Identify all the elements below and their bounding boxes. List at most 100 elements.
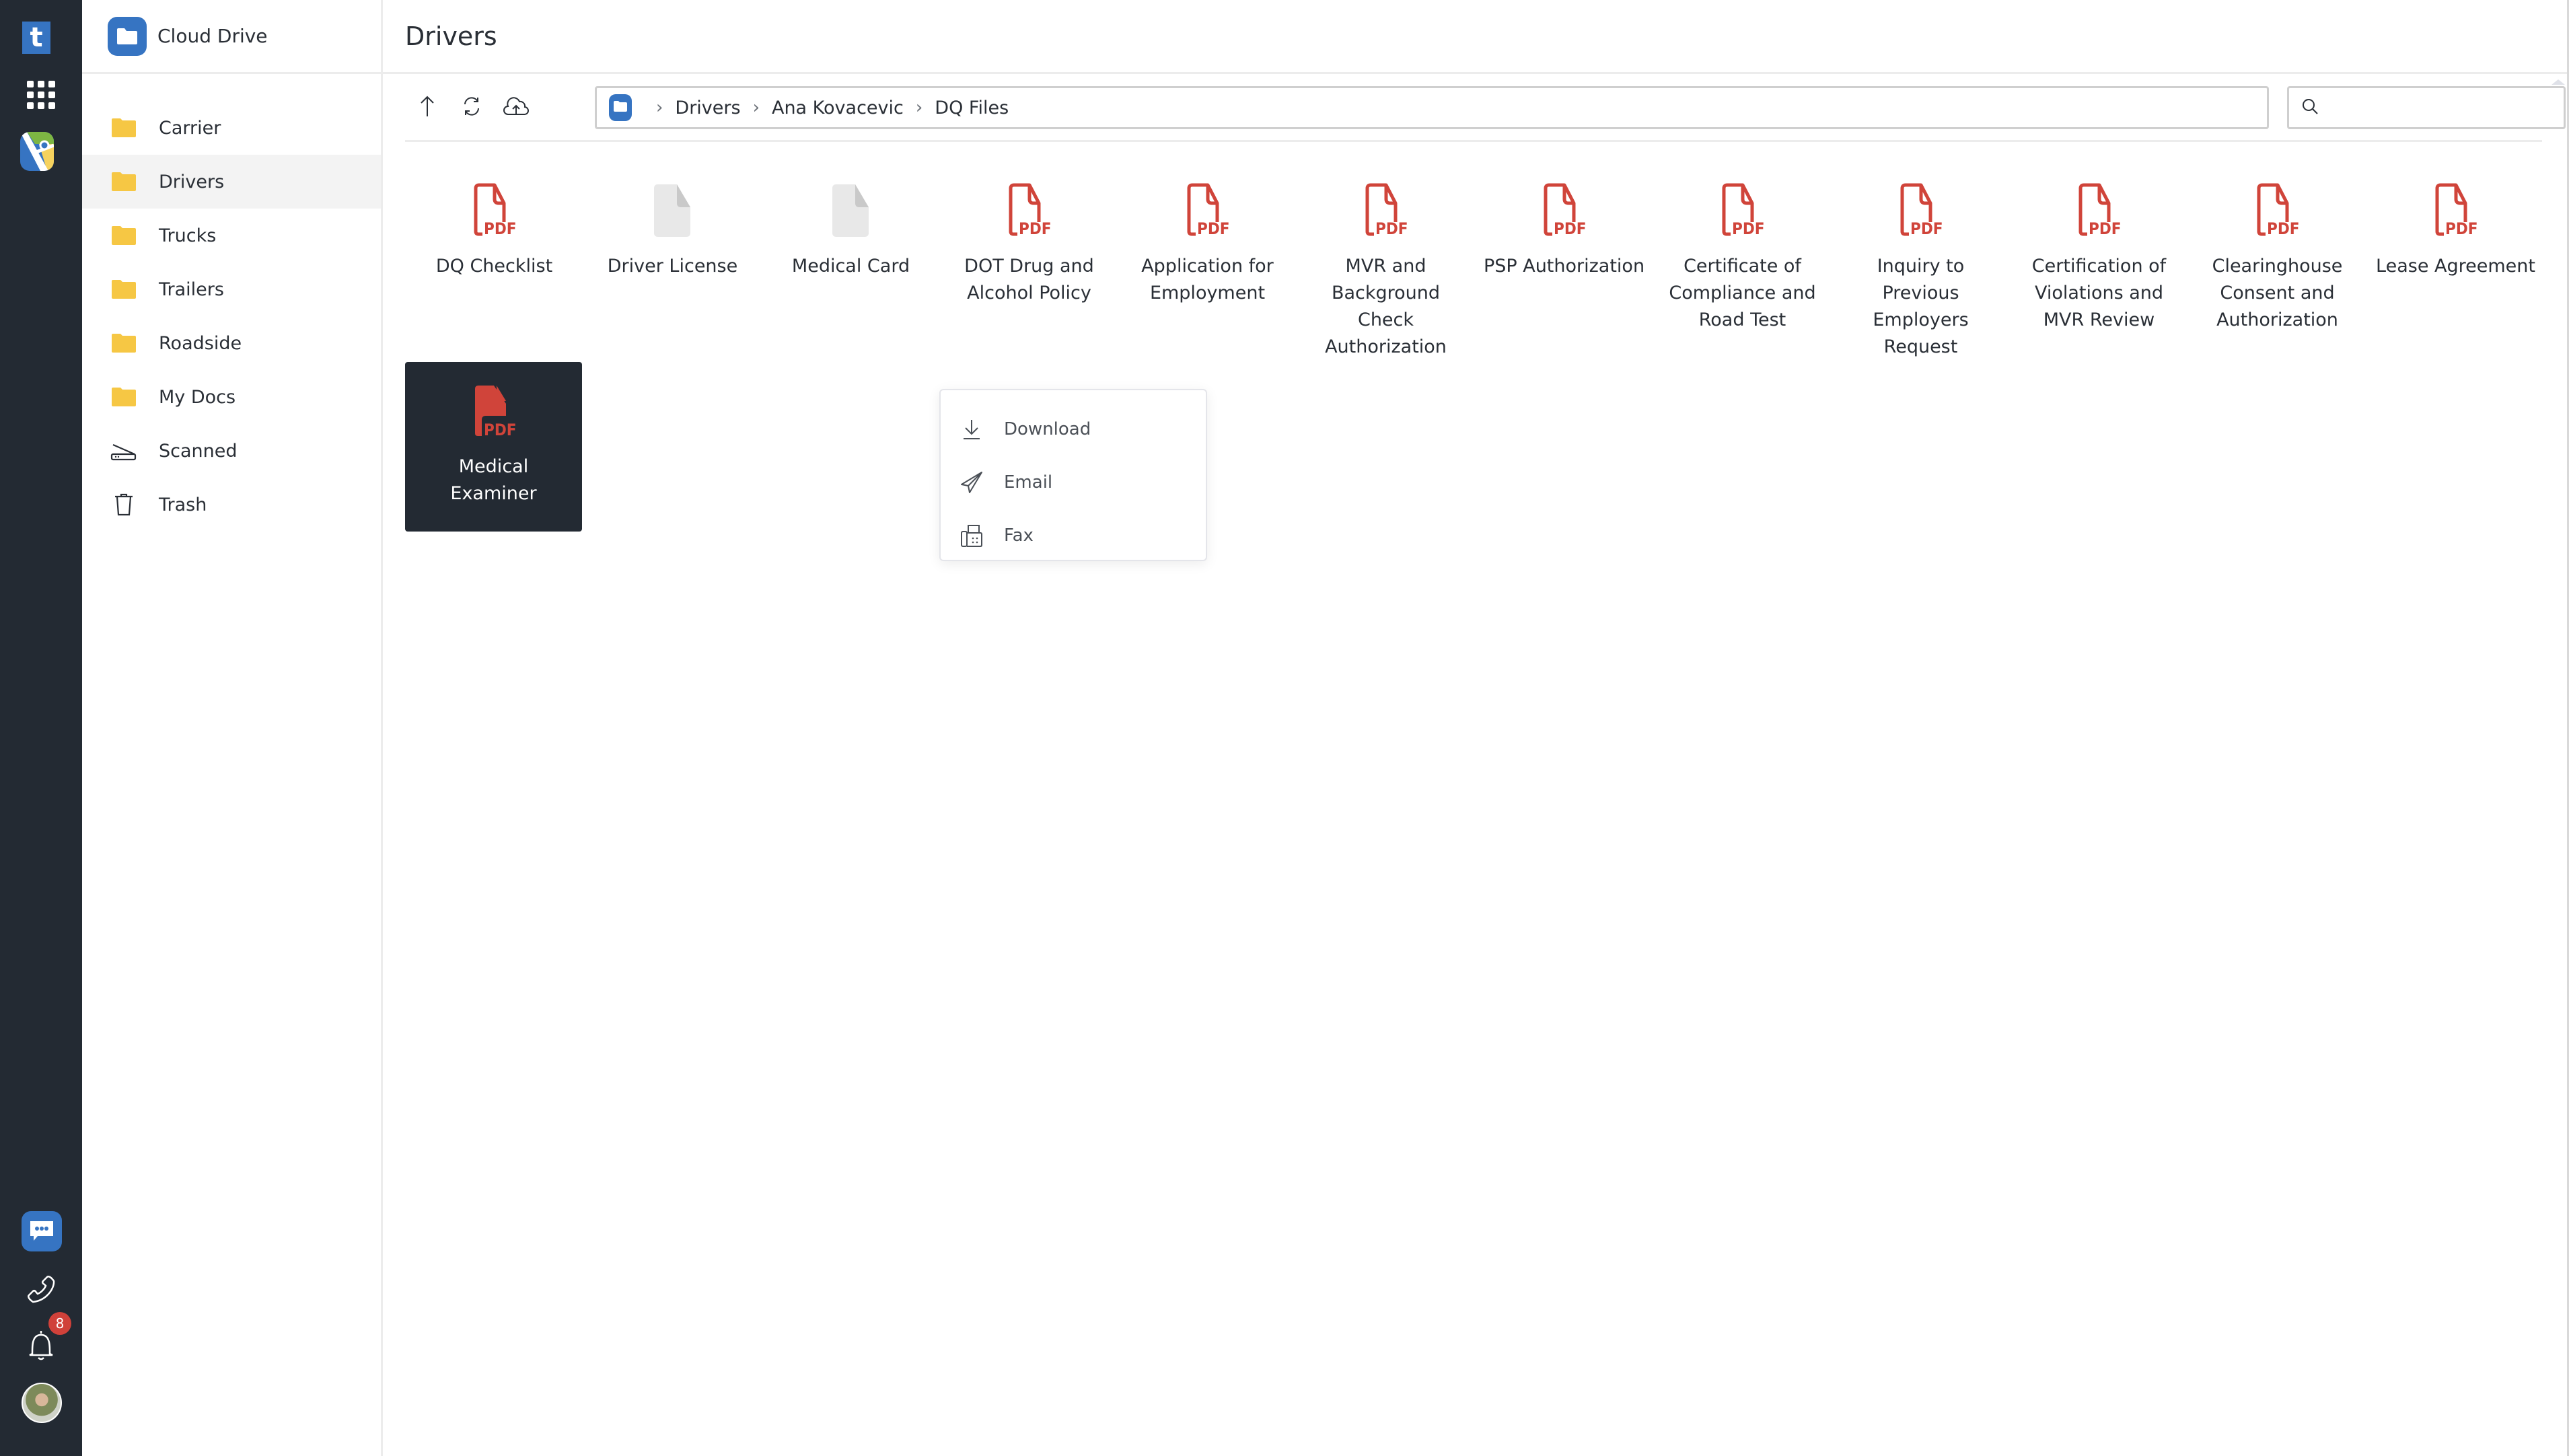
sidebar-nav: Carrier Drivers Trucks Trailers Roadside…: [82, 101, 381, 532]
search-input[interactable]: [2328, 97, 2557, 118]
folder-icon: [109, 331, 139, 355]
file-tile[interactable]: PDF DOT Drug and Alcohol Policy: [940, 180, 1118, 362]
context-menu-label: Email: [1004, 472, 1053, 493]
maps-app-icon[interactable]: [20, 132, 54, 171]
blank-file-icon: [824, 183, 878, 238]
sidebar-item-label: Drivers: [159, 171, 225, 192]
sidebar-item-roadside[interactable]: Roadside: [82, 316, 381, 370]
file-tile[interactable]: PDF Medical Examiner Verification: [405, 362, 582, 532]
sidebar-item-label: Scanned: [159, 440, 238, 462]
context-menu-email[interactable]: Email: [941, 456, 1206, 509]
file-name: Certificate of Compliance and Road Test: [1669, 256, 1816, 330]
sidebar-item-label: Trucks: [159, 225, 217, 246]
chevron-right-icon: ›: [752, 98, 760, 118]
pdf-file-icon: PDF: [1716, 183, 1770, 238]
phone-icon[interactable]: [22, 1270, 61, 1309]
breadcrumb: › Drivers › Ana Kovacevic › DQ Files: [595, 86, 2269, 129]
send-icon: [958, 469, 985, 496]
folder-icon: [109, 116, 139, 140]
search-icon: [2301, 98, 2319, 118]
file-tile[interactable]: Driver License: [583, 180, 762, 362]
file-tile[interactable]: PDF Certificate of Compliance and Road Te…: [1653, 180, 1832, 362]
svg-text:PDF: PDF: [1910, 219, 1943, 238]
pdf-file-icon: PDF: [2429, 183, 2483, 238]
file-tile[interactable]: PDF Clearinghouse Consent and Authorizati…: [2188, 180, 2366, 362]
breadcrumb-item-current[interactable]: DQ Files: [935, 98, 1009, 118]
file-name: Medical Card: [791, 256, 910, 277]
context-menu-fax[interactable]: Fax: [941, 509, 1206, 562]
sidebar-item-trailers[interactable]: Trailers: [82, 262, 381, 316]
file-grid: PDF DQ Checklist Driver License Medical Car…: [405, 180, 2558, 532]
sidebar-item-label: My Docs: [159, 386, 236, 408]
pdf-file-icon: PDF: [1359, 183, 1413, 238]
sidebar: Cloud Drive Carrier Drivers Trucks Trail…: [82, 0, 383, 1456]
sidebar-item-drivers[interactable]: Drivers: [82, 155, 381, 209]
sidebar-item-label: Roadside: [159, 332, 242, 354]
scroll-up-arrow-icon[interactable]: [2552, 79, 2565, 85]
cloud-drive-app-icon: [108, 16, 147, 56]
sidebar-item-trucks[interactable]: Trucks: [82, 209, 381, 262]
sidebar-item-trash[interactable]: Trash: [82, 478, 381, 532]
go-up-button[interactable]: [405, 86, 449, 129]
sidebar-header: Cloud Drive: [82, 0, 381, 74]
file-tile[interactable]: PDF Lease Agreement: [2366, 180, 2545, 362]
toolbar-divider: [405, 140, 2542, 142]
app-title: Cloud Drive: [157, 25, 268, 47]
breadcrumb-item[interactable]: Ana Kovacevic: [772, 98, 904, 118]
folder-icon: [109, 385, 139, 409]
breadcrumb-root-button[interactable]: [609, 94, 632, 121]
tenant-logo[interactable]: t: [22, 22, 50, 54]
notification-badge: 8: [48, 1312, 71, 1335]
scanner-icon: [109, 439, 139, 463]
blank-file-icon: [646, 183, 700, 238]
folder-icon: [109, 170, 139, 194]
svg-text:PDF: PDF: [1375, 219, 1408, 238]
chat-icon[interactable]: [22, 1211, 62, 1251]
file-tile[interactable]: PDF MVR and Background Check Authorizatio…: [1297, 180, 1475, 362]
cloud-upload-icon: [503, 96, 529, 120]
user-avatar[interactable]: [22, 1383, 62, 1423]
pdf-file-icon: PDF: [1181, 183, 1235, 238]
folder-icon: [109, 223, 139, 248]
logo-letter: t: [30, 22, 43, 53]
file-name: Certification of Violations and MVR Revi…: [2031, 256, 2167, 330]
file-tile[interactable]: PDF PSP Authorization: [1475, 180, 1653, 362]
file-name: DQ Checklist: [435, 256, 553, 277]
upload-button[interactable]: [494, 86, 538, 129]
toolbar: › Drivers › Ana Kovacevic › DQ Files: [405, 86, 2566, 129]
sidebar-item-scanned[interactable]: Scanned: [82, 424, 381, 478]
breadcrumb-item[interactable]: Drivers: [675, 98, 740, 118]
download-icon: [958, 416, 985, 443]
chevron-right-icon: ›: [915, 98, 923, 118]
context-menu: Download Email Fax: [939, 389, 1207, 561]
main-content: Drivers › Drivers › Ana Kovacevic › DQ F…: [383, 0, 2569, 1456]
pdf-file-icon: PDF: [2251, 183, 2305, 238]
search-box[interactable]: [2287, 86, 2566, 129]
file-name: Medical Examiner Verification: [450, 456, 537, 504]
svg-text:PDF: PDF: [1019, 219, 1051, 238]
main-header: Drivers: [383, 0, 2569, 74]
file-name: DOT Drug and Alcohol Policy: [964, 256, 1094, 303]
sidebar-item-label: Trash: [159, 494, 207, 515]
file-tile[interactable]: PDF DQ Checklist: [405, 180, 583, 362]
file-name: Inquiry to Previous Employers Request: [1873, 256, 1969, 357]
file-tile[interactable]: PDF Certification of Violations and MVR R…: [2010, 180, 2188, 362]
file-tile[interactable]: PDF Application for Employment: [1118, 180, 1297, 362]
pdf-file-icon: PDF: [1894, 183, 1948, 238]
svg-text:PDF: PDF: [1732, 219, 1764, 238]
trash-icon: [109, 493, 139, 517]
app-rail: t 8: [0, 0, 82, 1456]
refresh-icon: [462, 96, 482, 120]
sidebar-item-carrier[interactable]: Carrier: [82, 101, 381, 155]
file-tile[interactable]: Medical Card: [762, 180, 940, 362]
page-title: Drivers: [405, 21, 497, 51]
pdf-file-icon: PDF: [1537, 183, 1591, 238]
refresh-button[interactable]: [449, 86, 494, 129]
pdf-file-icon: PDF: [1003, 183, 1056, 238]
context-menu-download[interactable]: Download: [941, 402, 1206, 456]
apps-grid-icon[interactable]: [22, 75, 61, 114]
svg-text:PDF: PDF: [484, 219, 516, 238]
svg-text:PDF: PDF: [2445, 219, 2477, 238]
file-tile[interactable]: PDF Inquiry to Previous Employers Request: [1832, 180, 2010, 362]
sidebar-item-my-docs[interactable]: My Docs: [82, 370, 381, 424]
